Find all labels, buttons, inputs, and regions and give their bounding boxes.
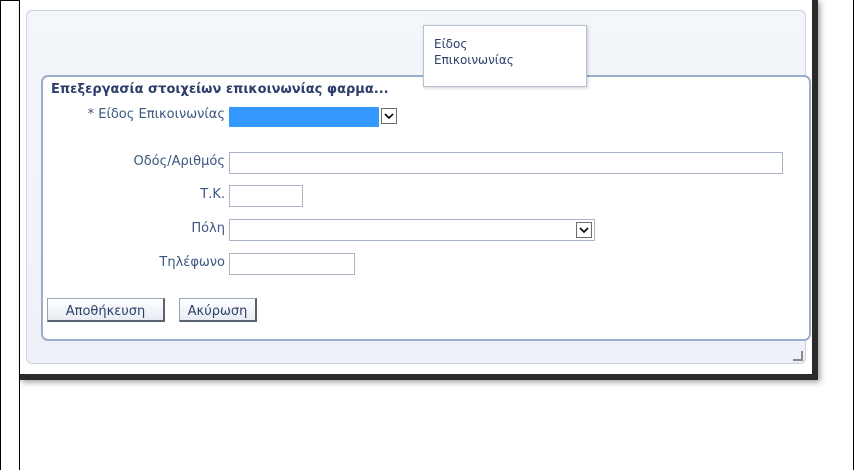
- contact-type-selected-value: [229, 107, 379, 127]
- save-button[interactable]: Αποθήκευση: [47, 298, 165, 322]
- phone-input[interactable]: [229, 253, 355, 275]
- dialog-body: Επεξεργασία στοιχείων επικοινωνίας φαρμα…: [26, 10, 811, 364]
- document-frame-left: [0, 0, 1, 470]
- postal-code-input[interactable]: [229, 185, 303, 207]
- contact-type-label: * Είδος Επικοινωνίας: [35, 107, 225, 123]
- document-frame-right: [853, 0, 854, 470]
- form-title: Επεξεργασία στοιχείων επικοινωνίας φαρμα…: [51, 82, 389, 97]
- tooltip-line-1: Είδος: [434, 37, 468, 51]
- street-input[interactable]: [229, 152, 783, 174]
- contact-type-select[interactable]: [229, 107, 399, 127]
- resize-grip-icon[interactable]: [793, 351, 803, 361]
- cancel-button[interactable]: Ακύρωση: [179, 298, 257, 322]
- chevron-down-icon[interactable]: [381, 108, 397, 124]
- chevron-down-icon[interactable]: [576, 222, 592, 238]
- contact-type-tooltip: Είδος Επικοινωνίας: [423, 25, 587, 87]
- city-select[interactable]: [229, 219, 595, 241]
- postal-code-label: Τ.Κ.: [200, 187, 225, 202]
- contact-type-label-text: * Είδος Επικοινωνίας: [87, 107, 225, 122]
- tooltip-line-2: Επικοινωνίας: [434, 53, 514, 67]
- city-label: Πόλη: [191, 221, 225, 236]
- contact-form-panel: Επεξεργασία στοιχείων επικοινωνίας φαρμα…: [41, 75, 811, 341]
- street-label: Οδός/Αριθμός: [133, 154, 225, 169]
- phone-label: Τηλέφωνο: [159, 255, 225, 270]
- document-frame-top: [0, 0, 20, 1]
- edit-contact-dialog: Επεξεργασία στοιχείων επικοινωνίας φαρμα…: [20, 0, 818, 380]
